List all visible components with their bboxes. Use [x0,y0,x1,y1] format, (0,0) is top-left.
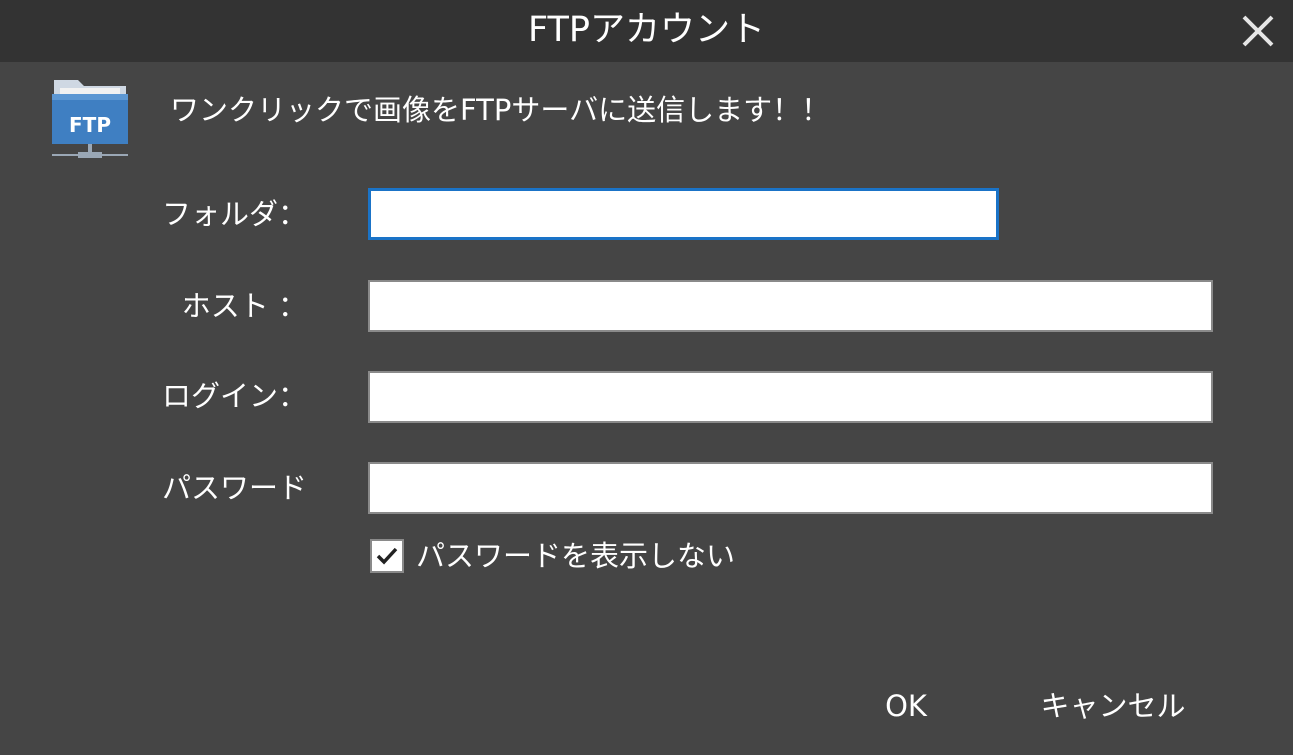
ok-button[interactable]: OK [866,682,946,730]
cancel-button[interactable]: キャンセル [1030,682,1196,730]
ftp-icon-text: FTP [69,113,111,137]
login-label: ログイン： [161,379,307,413]
dialog-title: FTPアカウント [527,10,765,50]
close-button[interactable] [1239,12,1277,50]
ftp-folder-icon: FTP [48,74,132,164]
close-icon [1242,15,1274,47]
hide-password-label: パスワードを表示しない [416,539,736,573]
dialog-headline: ワンクリックで画像をFTPサーバに送信します！！ [170,93,831,127]
checkmark-icon [376,547,398,565]
password-input[interactable] [368,462,1213,514]
login-input[interactable] [368,371,1213,423]
ftp-account-dialog: FTPアカウント FTP ワンクリックで画像をFTPサーバに送信します！！ フォ… [0,0,1293,755]
folder-label: フォルダ： [161,197,307,231]
hide-password-checkbox-row[interactable]: パスワードを表示しない [370,534,735,578]
host-label: ホスト ： [181,289,307,323]
hide-password-checkbox[interactable] [370,539,404,573]
password-label: パスワード [161,471,307,505]
host-input[interactable] [368,280,1213,332]
folder-input[interactable] [368,188,999,240]
title-bar: FTPアカウント [0,0,1293,62]
